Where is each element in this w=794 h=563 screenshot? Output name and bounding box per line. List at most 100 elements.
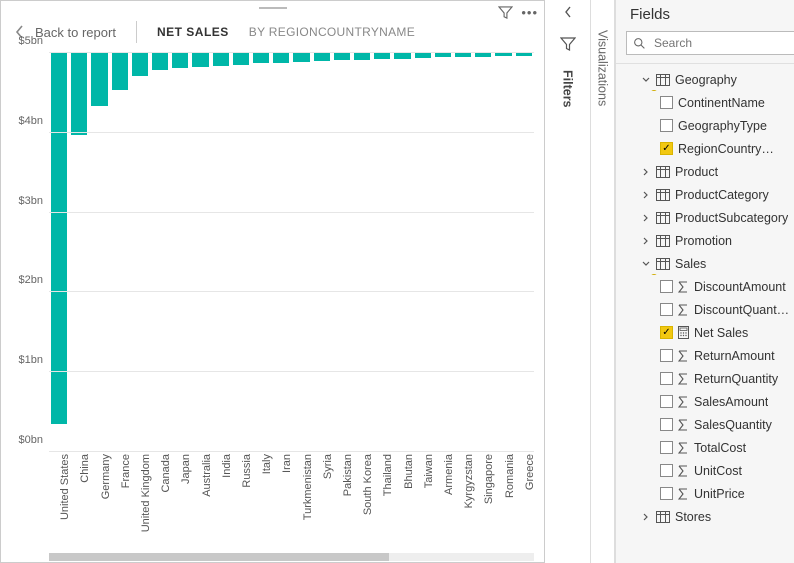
field-checkbox[interactable] — [660, 96, 673, 109]
fields-header: Fields — [616, 0, 794, 27]
bar[interactable] — [132, 53, 148, 76]
field-row[interactable]: ✓ Net Sales — [622, 321, 794, 344]
chevron-down-icon[interactable] — [640, 260, 651, 268]
table-row[interactable]: Product — [622, 160, 794, 183]
field-row[interactable]: SalesQuantity — [622, 413, 794, 436]
field-checkbox[interactable] — [660, 418, 673, 431]
horizontal-scrollbar[interactable] — [49, 553, 534, 561]
bar[interactable] — [71, 53, 87, 135]
more-icon[interactable]: ••• — [521, 5, 538, 20]
bar[interactable] — [516, 53, 532, 56]
field-checkbox[interactable] — [660, 372, 673, 385]
field-checkbox[interactable]: ✓ — [660, 326, 673, 339]
bar[interactable] — [334, 53, 350, 60]
x-tick-label: China — [79, 454, 91, 483]
chevron-right-icon[interactable] — [640, 513, 651, 521]
bar-slot — [475, 53, 491, 452]
chevron-right-icon[interactable] — [640, 214, 651, 222]
field-row[interactable]: UnitPrice — [622, 482, 794, 505]
bar[interactable] — [192, 53, 208, 67]
table-icon — [656, 235, 670, 247]
field-checkbox[interactable] — [660, 303, 673, 316]
bar[interactable] — [435, 53, 451, 57]
bar-slot — [435, 53, 451, 452]
table-row[interactable]: ProductSubcategory — [622, 206, 794, 229]
field-row[interactable]: ✓RegionCountry… — [622, 137, 794, 160]
scrollbar-thumb[interactable] — [49, 553, 389, 561]
x-axis-labels: United StatesChinaGermanyFranceUnited Ki… — [49, 452, 534, 550]
x-tick-label: United States — [59, 454, 71, 520]
bar[interactable] — [314, 53, 330, 61]
table-row[interactable]: Sales — [622, 252, 794, 275]
field-checkbox[interactable] — [660, 441, 673, 454]
field-checkbox[interactable]: ✓ — [660, 142, 673, 155]
field-row[interactable]: DiscountQuant… — [622, 298, 794, 321]
bar[interactable] — [495, 53, 511, 56]
x-tick-label: Italy — [261, 454, 273, 474]
chevron-left-icon[interactable] — [563, 6, 573, 18]
bar[interactable] — [394, 53, 410, 59]
bar[interactable] — [475, 53, 491, 57]
search-input[interactable] — [652, 35, 794, 51]
field-checkbox[interactable] — [660, 395, 673, 408]
bar[interactable] — [233, 53, 249, 65]
bar-slot — [172, 53, 188, 452]
bar[interactable] — [172, 53, 188, 68]
table-label: Geography — [675, 73, 737, 87]
chevron-right-icon[interactable] — [640, 191, 651, 199]
field-row[interactable]: GeographyType — [622, 114, 794, 137]
chevron-right-icon[interactable] — [640, 168, 651, 176]
bar[interactable] — [51, 53, 67, 424]
field-row[interactable]: ReturnQuantity — [622, 367, 794, 390]
table-row[interactable]: Stores — [622, 505, 794, 528]
table-row[interactable]: Geography — [622, 68, 794, 91]
visualizations-pane-collapsed[interactable]: Visualizations — [591, 0, 615, 563]
x-tick-label: Bhutan — [403, 454, 415, 489]
visual-drag-handle[interactable]: ••• — [1, 1, 544, 15]
x-tick-label: Kyrgyzstan — [463, 454, 475, 508]
table-icon — [656, 189, 670, 201]
filters-pane-collapsed[interactable]: Filters — [545, 0, 591, 563]
bar[interactable] — [273, 53, 289, 63]
field-label: Net Sales — [694, 326, 748, 340]
y-tick-label: $3bn — [19, 195, 43, 207]
sigma-icon — [678, 419, 689, 431]
sigma-icon — [678, 350, 689, 362]
bar[interactable] — [253, 53, 269, 63]
table-row[interactable]: ProductCategory — [622, 183, 794, 206]
field-row[interactable]: SalesAmount — [622, 390, 794, 413]
bar[interactable] — [455, 53, 471, 57]
field-label: ReturnQuantity — [694, 372, 778, 386]
field-label: UnitPrice — [694, 487, 745, 501]
bar[interactable] — [91, 53, 107, 106]
bar[interactable] — [293, 53, 309, 62]
field-row[interactable]: ReturnAmount — [622, 344, 794, 367]
bar[interactable] — [213, 53, 229, 66]
bar[interactable] — [112, 53, 128, 90]
bar-slot — [233, 53, 249, 452]
field-row[interactable]: ContinentName — [622, 91, 794, 114]
field-row[interactable]: DiscountAmount — [622, 275, 794, 298]
bar[interactable] — [415, 53, 431, 58]
field-checkbox[interactable] — [660, 280, 673, 293]
field-label: SalesAmount — [694, 395, 768, 409]
bar-slot — [91, 53, 107, 452]
bar[interactable] — [374, 53, 390, 59]
field-row[interactable]: UnitCost — [622, 459, 794, 482]
bar[interactable] — [354, 53, 370, 60]
filter-icon[interactable] — [498, 5, 513, 20]
table-row[interactable]: Promotion — [622, 229, 794, 252]
chevron-right-icon[interactable] — [640, 237, 651, 245]
bar-slot — [112, 53, 128, 452]
field-checkbox[interactable] — [660, 464, 673, 477]
field-checkbox[interactable] — [660, 119, 673, 132]
field-checkbox[interactable] — [660, 349, 673, 362]
bar-slot — [516, 53, 532, 452]
x-tick-label: Turkmenistan — [302, 454, 314, 520]
search-box[interactable] — [626, 31, 794, 55]
bar[interactable] — [152, 53, 168, 70]
field-checkbox[interactable] — [660, 487, 673, 500]
field-row[interactable]: TotalCost — [622, 436, 794, 459]
y-tick-label: $1bn — [19, 354, 43, 366]
chevron-down-icon[interactable] — [640, 76, 651, 84]
